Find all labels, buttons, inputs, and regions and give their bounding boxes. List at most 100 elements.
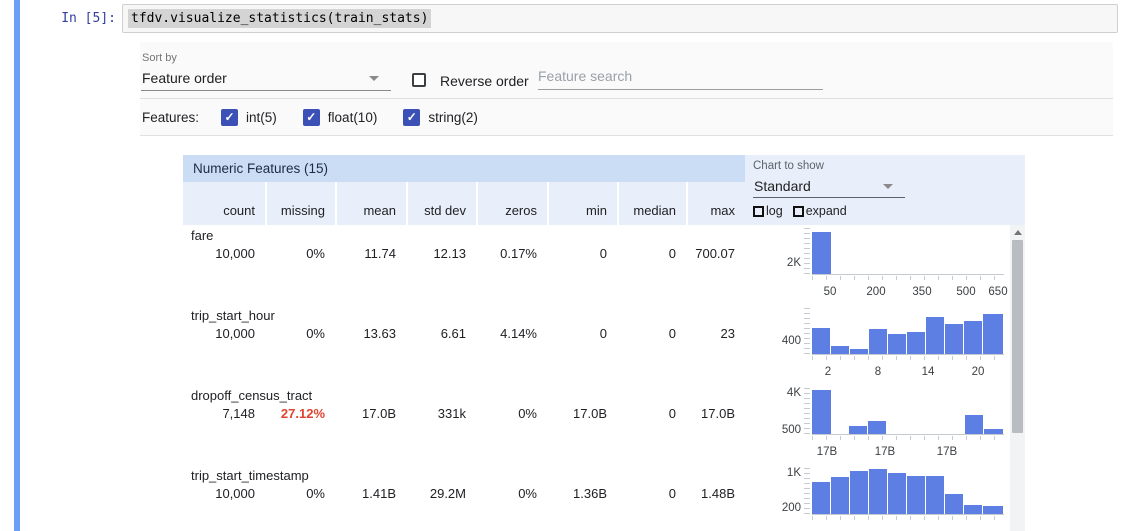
stat-std-dev: 12.13 (406, 246, 476, 261)
float-filter-label: float(10) (328, 110, 378, 125)
stat-mean: 11.74 (335, 246, 406, 261)
y-axis-ticks (804, 468, 810, 515)
histogram-bar (831, 346, 849, 354)
float-filter-checkbox[interactable]: ✓ (303, 109, 320, 126)
histogram-bar (850, 349, 868, 354)
stat-mean: 13.63 (335, 326, 406, 341)
x-axis-label: 17B (817, 446, 837, 458)
log-checkbox[interactable] (753, 206, 764, 217)
y-axis-ticks (804, 388, 810, 435)
column-header-median: median (617, 182, 686, 225)
plot-area (812, 467, 1004, 515)
stat-missing: 0% (265, 246, 335, 261)
histogram-bar (888, 334, 906, 354)
vertical-scrollbar[interactable] (1010, 225, 1025, 531)
x-axis-label: 200 (866, 286, 885, 298)
int-filter-checkbox[interactable]: ✓ (221, 109, 238, 126)
cell-input-prompt: In [5]: (26, 11, 116, 26)
scrollbar-thumb[interactable] (1012, 240, 1023, 433)
histogram-fare: 2K50200350500650 (745, 225, 1008, 305)
histogram-bar (907, 332, 925, 354)
stat-missing: 27.12% (265, 406, 335, 421)
string-filter-checkbox[interactable]: ✓ (403, 109, 420, 126)
scroll-up-arrow-icon[interactable] (1014, 230, 1022, 235)
histogram-bar (869, 329, 887, 354)
x-axis-ticks (812, 356, 1005, 360)
stat-min: 0 (547, 246, 617, 261)
histogram-bar (831, 477, 849, 514)
plot-area (812, 227, 1004, 275)
x-axis-label: 2 (825, 366, 831, 378)
histogram-bar (945, 324, 963, 354)
charts-column: 2K502003505006504002814204K50017B17B17B1… (745, 225, 1008, 531)
expand-label: expand (806, 204, 847, 218)
sort-by-select[interactable]: Feature order (141, 67, 391, 91)
x-axis-label: 8 (875, 366, 881, 378)
y-axis-label: 200 (763, 501, 801, 515)
code-text[interactable]: tfdv.visualize_statistics(train_stats) (128, 9, 431, 28)
x-axis-label: 20 (972, 366, 985, 378)
notebook-screen: In [5]: tfdv.visualize_statistics(train_… (0, 0, 1124, 531)
x-axis-ticks (812, 276, 1005, 280)
histogram-bar (964, 505, 982, 514)
histogram-bar (888, 473, 906, 514)
stat-median: 0 (617, 486, 686, 501)
feature-name: fare (183, 225, 745, 244)
sort-by-label: Sort by (142, 52, 177, 64)
table-row: trip_start_timestamp10,0000%1.41B29.2M0%… (183, 465, 745, 531)
table-row: trip_start_hour10,0000%13.636.614.14%002… (183, 305, 745, 385)
feature-name: trip_start_hour (183, 305, 745, 324)
features-label: Features: (142, 110, 199, 125)
code-cell[interactable]: tfdv.visualize_statistics(train_stats) (122, 4, 1118, 33)
stat-median: 0 (617, 406, 686, 421)
histogram-dropoff_census_tract: 4K 500 17B 17B 17B (745, 385, 1008, 465)
column-header-count: count (183, 182, 265, 225)
reverse-order-checkbox[interactable] (412, 73, 426, 87)
stat-max: 1.48B (686, 486, 745, 501)
stat-count: 10,000 (183, 486, 265, 501)
stat-median: 0 (617, 326, 686, 341)
x-axis-ticks (812, 436, 1005, 440)
chart-type-value: Standard (754, 178, 811, 194)
table-row: dropoff_census_tract7,14827.12%17.0B331k… (183, 385, 745, 465)
numeric-features-title: Numeric Features (15) (183, 155, 745, 182)
stat-max: 700.07 (686, 246, 745, 261)
stat-zeros: 4.14% (476, 326, 547, 341)
histogram-bar (812, 328, 830, 354)
log-label: log (766, 204, 783, 218)
stat-count: 10,000 (183, 326, 265, 341)
chevron-down-icon (369, 76, 379, 81)
string-filter-label: string(2) (428, 110, 478, 125)
stat-zeros: 0% (476, 406, 547, 421)
stat-count: 7,148 (183, 406, 265, 421)
chart-type-select[interactable]: Standard (753, 175, 905, 198)
stats-table-header: count missing mean std dev zeros min med… (183, 182, 745, 225)
chart-to-show-label: Chart to show (753, 160, 824, 172)
stat-missing: 0% (265, 326, 335, 341)
histogram-bar (964, 321, 982, 354)
y-axis-ticks (804, 228, 810, 275)
histogram-bar (812, 390, 831, 434)
x-axis-label: 17B (875, 446, 895, 458)
x-axis-label: 17B (937, 446, 957, 458)
int-filter-label: int(5) (246, 110, 277, 125)
histogram-trip_start_hour: 400281420 (745, 305, 1008, 385)
stat-zeros: 0.17% (476, 246, 547, 261)
y-axis-label: 500 (763, 423, 801, 437)
column-header-max: max (686, 182, 745, 225)
y-axis-label: 4K (763, 386, 801, 400)
stat-max: 17.0B (686, 406, 745, 421)
filter-float: ✓ float(10) (303, 109, 378, 126)
stat-std-dev: 29.2M (406, 486, 476, 501)
histogram-bar (945, 494, 963, 514)
expand-checkbox[interactable] (793, 206, 804, 217)
histogram-bar (869, 469, 887, 514)
stat-missing: 0% (265, 486, 335, 501)
y-axis-label: 1K (763, 466, 801, 480)
stat-mean: 17.0B (335, 406, 406, 421)
feature-search-input[interactable] (538, 66, 823, 90)
stat-min: 0 (547, 326, 617, 341)
stat-std-dev: 331k (406, 406, 476, 421)
filter-string: ✓ string(2) (403, 109, 478, 126)
y-axis-label: 400 (763, 334, 801, 348)
